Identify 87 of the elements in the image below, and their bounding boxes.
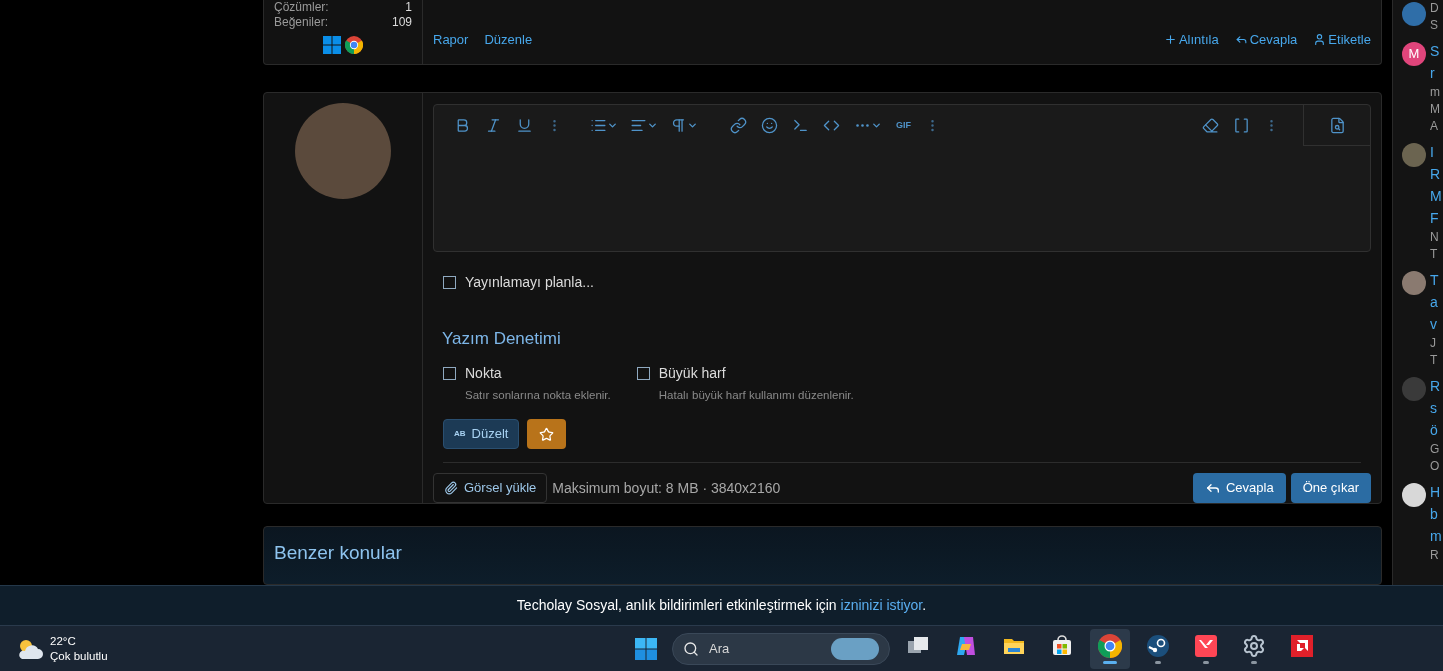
windows-logo-icon bbox=[323, 36, 341, 54]
thread-meta: M bbox=[1430, 101, 1440, 118]
plus-icon bbox=[1163, 32, 1177, 46]
fix-button[interactable]: AB Düzelt bbox=[443, 419, 520, 449]
upload-limits: Maksimum boyut: 8 MB · 3840x2160 bbox=[552, 478, 781, 498]
section-title: Benzer konular bbox=[273, 541, 403, 565]
thread-title[interactable]: a bbox=[1430, 291, 1439, 313]
thread-title[interactable]: F bbox=[1430, 207, 1442, 229]
post-action-link[interactable]: Düzenle bbox=[484, 29, 533, 49]
stat-label: Beğeniler: bbox=[274, 15, 329, 30]
thread-title[interactable]: b bbox=[1430, 503, 1442, 525]
preview-icon[interactable] bbox=[1328, 116, 1346, 134]
settings-icon[interactable] bbox=[1242, 633, 1266, 658]
checkbox[interactable] bbox=[443, 276, 456, 290]
upload-image-button[interactable]: Görsel yükle bbox=[433, 473, 548, 503]
thread-title[interactable]: v bbox=[1430, 313, 1439, 335]
emoji-icon[interactable] bbox=[761, 117, 778, 134]
thread-meta: O bbox=[1430, 458, 1441, 475]
terminal-icon[interactable] bbox=[792, 117, 809, 134]
store-bag-icon[interactable] bbox=[1050, 633, 1074, 658]
thread-meta: D bbox=[1430, 0, 1439, 17]
star-button[interactable] bbox=[527, 419, 567, 449]
post-action-link[interactable]: Etiketle bbox=[1313, 29, 1371, 49]
underline-icon[interactable] bbox=[516, 117, 533, 134]
editor-box[interactable]: GIF bbox=[433, 104, 1371, 253]
search-field[interactable]: Ara bbox=[672, 632, 890, 665]
search-icon bbox=[683, 640, 699, 657]
thread-title[interactable]: M bbox=[1430, 185, 1442, 207]
post-action-link[interactable]: Rapor bbox=[433, 29, 469, 49]
section-title: Yazım Denetimi bbox=[442, 328, 562, 351]
thread-title[interactable]: S bbox=[1430, 40, 1440, 62]
amd-icon[interactable] bbox=[1290, 633, 1314, 658]
thread-title[interactable]: R bbox=[1430, 163, 1442, 185]
thread-title[interactable]: s bbox=[1430, 397, 1441, 419]
temperature: 22°C bbox=[50, 633, 77, 649]
thread-meta: S bbox=[1430, 17, 1439, 34]
checkbox[interactable] bbox=[636, 366, 650, 380]
browser-icon bbox=[345, 36, 363, 54]
post-action-link[interactable]: Alıntıla bbox=[1163, 29, 1219, 49]
paperclip-icon bbox=[444, 481, 458, 495]
thread-title[interactable]: H bbox=[1430, 481, 1442, 503]
search-highlight-picture bbox=[831, 637, 879, 660]
thread-meta: m bbox=[1430, 84, 1440, 101]
letter-avatar: M bbox=[1402, 42, 1426, 66]
link-icon[interactable] bbox=[730, 117, 747, 134]
option-hint: Satır sonlarına nokta eklenir. bbox=[465, 387, 611, 403]
permission-link[interactable]: izninizi istiyor bbox=[840, 597, 923, 613]
thread-title[interactable]: R bbox=[1430, 375, 1441, 397]
thread-title[interactable]: I bbox=[1430, 141, 1442, 163]
notification-text: Techolay Sosyal, anlık bildirimleri etkinleştirmek için izninizi istiyor. bbox=[516, 596, 927, 615]
eraser-icon[interactable] bbox=[1202, 117, 1219, 134]
brackets-icon[interactable] bbox=[1233, 117, 1250, 134]
post-action-link[interactable]: Cevapla bbox=[1234, 29, 1298, 49]
thread-meta: N bbox=[1430, 229, 1440, 246]
stat-value: 1 bbox=[405, 0, 412, 15]
user-icon bbox=[1313, 32, 1327, 46]
thread-meta: R bbox=[1430, 547, 1440, 564]
star-icon bbox=[539, 426, 555, 442]
taskbar-app[interactable] bbox=[1090, 628, 1130, 669]
checkbox-label: Büyük harf bbox=[658, 363, 726, 383]
gif-button[interactable]: GIF bbox=[896, 118, 911, 133]
steam-icon[interactable] bbox=[1146, 633, 1170, 658]
thread-meta: G bbox=[1430, 441, 1441, 458]
align-icon[interactable] bbox=[630, 117, 658, 134]
thread-meta: T bbox=[1430, 246, 1439, 263]
weather-description: Çok bulutlu bbox=[50, 648, 108, 664]
checkbox-label: Nokta bbox=[465, 363, 502, 383]
option-hint: Hatalı büyük harf kullanımı düzenlenir. bbox=[658, 387, 854, 403]
checkbox[interactable] bbox=[443, 366, 456, 380]
submit-button[interactable]: Öne çıkar bbox=[1290, 473, 1371, 503]
list-icon[interactable] bbox=[590, 117, 618, 134]
thread-title[interactable]: m bbox=[1430, 525, 1442, 547]
start-icon[interactable] bbox=[634, 636, 658, 661]
stat-label: Çözümler: bbox=[274, 0, 329, 15]
italic-icon[interactable] bbox=[485, 117, 502, 134]
browser-icon bbox=[1098, 633, 1122, 658]
thread-meta: J bbox=[1430, 335, 1437, 352]
v-logo-icon[interactable] bbox=[1194, 633, 1218, 658]
checkbox-label: Yayınlamayı planla... bbox=[465, 273, 594, 293]
thread-meta: A bbox=[1430, 118, 1439, 135]
stat-value: 109 bbox=[391, 15, 412, 30]
thread-title[interactable]: ö bbox=[1430, 419, 1441, 441]
thread-title[interactable]: T bbox=[1430, 269, 1439, 291]
submit-button[interactable]: Cevapla bbox=[1192, 473, 1286, 503]
paragraph-icon[interactable] bbox=[670, 117, 698, 134]
thread-title[interactable]: r bbox=[1430, 62, 1440, 84]
thread-meta: T bbox=[1430, 352, 1439, 369]
